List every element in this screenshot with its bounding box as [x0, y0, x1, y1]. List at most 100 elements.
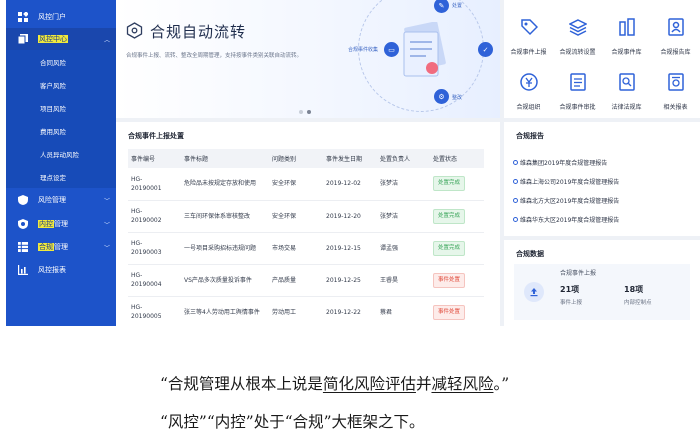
caption-line-1: “合规管理从根本上说是简化风险评估并减轻风险。”: [160, 372, 509, 394]
quick-link[interactable]: 合规事件上报: [504, 4, 553, 56]
sidebar-subitem-settings[interactable]: 理点设定: [6, 165, 116, 188]
sidebar-item-risk-management[interactable]: 风险管理 ﹀: [6, 189, 116, 211]
event-date: 2019-12-25: [323, 264, 377, 297]
carousel-dots[interactable]: [299, 110, 311, 114]
sidebar-item-label: 费用风险: [40, 127, 66, 136]
event-title: 一号项目采购招标违规问题: [181, 232, 269, 265]
highlighted-label: 风控中心: [38, 35, 68, 43]
gear-doc-icon: [668, 73, 684, 91]
quick-link-label: 相关报表: [663, 104, 688, 111]
table-row[interactable]: HG- 20190004 VS产品多次质量投诉事件 产品质量 2019-12-25 王睿昊…: [128, 264, 484, 297]
table-row[interactable]: HG- 20190002 三车间环保体系审核整改 安全环保 2019-12-20 张梦洁处…: [128, 200, 484, 233]
carousel-dot-active[interactable]: [307, 110, 311, 114]
status-badge: 处置完成: [433, 240, 466, 256]
quick-link[interactable]: 相关报表: [651, 59, 700, 111]
event-id: HG- 20190004: [128, 264, 181, 297]
building-icon: [619, 18, 635, 36]
chevron-up-icon: ︿: [103, 36, 110, 44]
person-doc-icon: [668, 18, 684, 36]
sidebar-item-risk-reports[interactable]: 风控报表: [6, 259, 116, 281]
yen-icon: [520, 73, 538, 91]
quick-link-label: 合规报告库: [660, 49, 691, 56]
sidebar-item-label: 理点设定: [40, 173, 66, 182]
report-link[interactable]: 维森上海公司2019年度合规管理报告: [512, 177, 619, 186]
quick-link[interactable]: 合规事件库: [602, 4, 651, 56]
list-icon: [570, 73, 586, 91]
event-category: 市场交易: [269, 232, 323, 265]
report-link[interactable]: 维森华东大区2019年度合规管理报告: [512, 215, 619, 224]
search-doc-icon: [619, 73, 635, 91]
caption-text: “合规管理从根本上说是: [160, 375, 323, 393]
carousel-dot[interactable]: [299, 110, 303, 114]
status-badge: 事件处置: [433, 304, 466, 320]
event-title: 张三等4人劳动用工舆情事件: [181, 296, 269, 326]
hero-title: 合规自动流转: [150, 23, 247, 41]
quick-link[interactable]: 法律法规库: [602, 59, 651, 111]
sidebar: 风控门户 风控中心 ︿ 合同风险 客户风险 项目风险 费用风险 人员异动风险 理…: [6, 0, 116, 326]
event-status: 处置完成: [430, 168, 484, 201]
event-id: HG- 20190002: [128, 200, 181, 233]
event-category: 产品质量: [269, 264, 323, 297]
column-header: 处置负责人: [380, 156, 411, 163]
event-title: 危险品未按规定存放和使用: [181, 168, 269, 201]
sidebar-subitem-expense-risk[interactable]: 费用风险: [6, 119, 116, 142]
bar-chart-icon: [18, 265, 28, 275]
event-owner: 蔡君: [377, 296, 430, 326]
caption-text: 并: [415, 375, 432, 393]
sidebar-item-label: 风控报表: [38, 266, 66, 274]
sidebar-item-internal-control[interactable]: 内控管理 ﹀: [6, 213, 116, 235]
hexagon-icon: [126, 22, 143, 39]
status-badge: 事件处置: [433, 272, 466, 288]
sidebar-subitem-personnel-risk[interactable]: 人员异动风险: [6, 142, 116, 165]
sidebar-item-label: 人员异动风险: [40, 150, 79, 159]
node-label: 整改: [452, 95, 463, 101]
sidebar-item-risk-center[interactable]: 风控中心 ︿: [6, 28, 116, 50]
stat-value: 21项: [560, 285, 580, 294]
sidebar-subitem-customer-risk[interactable]: 客户风险: [6, 73, 116, 96]
report-link[interactable]: 维森集团2019年度合规管理报告: [512, 158, 607, 167]
upload-icon: [524, 282, 544, 302]
quick-link[interactable]: 合规流转设置: [553, 4, 602, 56]
sidebar-item-risk-portal[interactable]: 风控门户: [6, 6, 116, 28]
sidebar-subitem-project-risk[interactable]: 项目风险: [6, 96, 116, 119]
rectify-node-icon: ⚙: [434, 89, 449, 104]
collect-node-icon: ▭: [384, 42, 399, 57]
quick-link[interactable]: 合规报告库: [651, 4, 700, 56]
event-owner: 王睿昊: [377, 264, 430, 297]
slide: 风控门户 风控中心 ︿ 合同风险 客户风险 项目风险 费用风险 人员异动风险 理…: [0, 0, 700, 444]
table-row[interactable]: HG- 20190003 一号项目采购招标违规问题 市场交易 2019-12-15 谭孟强…: [128, 232, 484, 265]
sidebar-item-label: 风控门户: [38, 13, 66, 21]
table-row[interactable]: HG- 20190005 张三等4人劳动用工舆情事件 劳动用工 2019-12-22 蔡君…: [128, 296, 484, 326]
event-date: 2019-12-02: [323, 168, 377, 201]
report-link[interactable]: 维森北方大区2019年度合规管理报告: [512, 196, 619, 205]
event-status: 事件处置: [430, 264, 484, 297]
event-id: HG- 20190001: [128, 168, 181, 201]
node-label: 合规事件收集: [348, 47, 379, 53]
panel-title: 合规数据: [516, 250, 544, 258]
check-node-icon: ✓: [478, 42, 493, 57]
event-owner: 张梦洁: [377, 200, 430, 233]
copy-icon: [18, 34, 28, 44]
sidebar-subitem-contract-risk[interactable]: 合同风险: [6, 50, 116, 73]
caption-underlined: 简化风险评估: [322, 375, 416, 393]
column-header: 处置状态: [433, 156, 458, 163]
event-owner: 张梦洁: [377, 168, 430, 201]
node-label: 处置: [452, 3, 463, 9]
event-id: HG- 20190003: [128, 232, 181, 265]
dashboard-icon: [18, 12, 28, 22]
sidebar-item-label: 管理: [54, 243, 68, 251]
quick-link[interactable]: 合规事件审批: [553, 59, 602, 111]
sidebar-item-label: 合同风险: [40, 58, 66, 67]
event-date: 2019-12-15: [323, 232, 377, 265]
status-badge: 处置完成: [433, 208, 466, 224]
event-id: HG- 20190005: [128, 296, 181, 326]
event-status: 处置完成: [430, 232, 484, 265]
table-row[interactable]: HG- 20190001 危险品未按规定存放和使用 安全环保 2019-12-02 张梦洁…: [128, 168, 484, 201]
event-title: 三车间环保体系审核整改: [181, 200, 269, 233]
event-category: 安全环保: [269, 200, 323, 233]
sidebar-item-label: 管理: [54, 220, 68, 228]
sidebar-item-compliance[interactable]: 合规管理 ﹀: [6, 236, 116, 258]
event-title: VS产品多次质量投诉事件: [181, 264, 269, 297]
quick-link[interactable]: 合规组织: [504, 59, 553, 111]
sidebar-item-label: 客户风险: [40, 81, 66, 90]
